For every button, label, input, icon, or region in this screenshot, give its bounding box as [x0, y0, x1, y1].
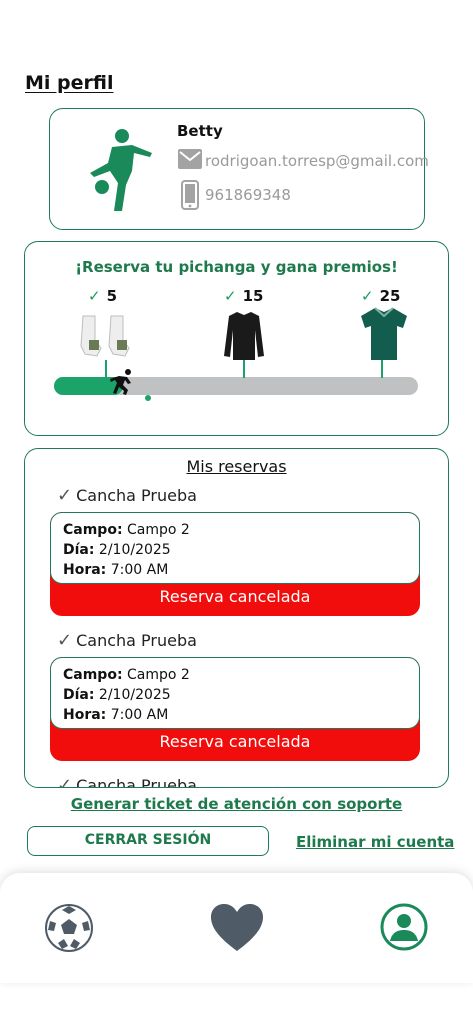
milestone-marker: [243, 360, 245, 378]
reservation-details: Campo: Campo 2 Día: 2/10/2025 Hora: 7:00…: [50, 657, 420, 729]
profile-icon[interactable]: [380, 903, 428, 951]
milestone-5: ✓ 5: [88, 287, 118, 305]
milestone-15: ✓ 15: [224, 287, 264, 305]
milestone-25: ✓ 25: [361, 287, 401, 305]
milestone-marker: [105, 360, 107, 378]
profile-card: Betty rodrigoan.torresp@gmail.com 961869…: [49, 108, 429, 230]
milestone-marker: [381, 360, 383, 378]
rewards-title: ¡Reserva tu pichanga y gana premios!: [75, 258, 398, 276]
phone-icon: [181, 180, 199, 210]
soccer-player-icon: [90, 129, 152, 211]
user-name: Betty: [177, 122, 223, 140]
socks-icon: [80, 315, 130, 357]
mail-icon: [178, 149, 202, 169]
check-icon: ✓: [57, 775, 73, 788]
check-icon: ✓: [361, 287, 374, 305]
jersey-icon: [361, 307, 407, 360]
reservations-title: Mis reservas: [186, 457, 287, 476]
user-phone: 961869348: [205, 186, 291, 204]
check-icon: ✓: [57, 630, 73, 651]
user-email: rodrigoan.torresp@gmail.com: [205, 152, 429, 170]
reservation-status: Reserva cancelada: [159, 732, 311, 751]
court-name: ✓ Cancha Prueba: [57, 485, 197, 506]
heart-icon[interactable]: [210, 903, 264, 953]
check-icon: ✓: [57, 485, 73, 506]
soccer-ball-icon[interactable]: [44, 903, 94, 953]
reservation-details: Campo: Campo 2 Día: 2/10/2025 Hora: 7:00…: [50, 512, 420, 584]
reservation-item[interactable]: Campo: Campo 2 Día: 2/10/2025 Hora: 7:00…: [50, 512, 420, 616]
support-ticket-link[interactable]: Generar ticket de atención con soporte: [0, 795, 473, 813]
court-name: ✓ Cancha Prueba: [57, 775, 197, 788]
reservation-item[interactable]: Campo: Campo 2 Día: 2/10/2025 Hora: 7:00…: [50, 657, 420, 761]
running-person-icon: [110, 369, 131, 395]
reservation-status: Reserva cancelada: [159, 587, 311, 606]
long-sleeve-shirt-icon: [224, 312, 264, 360]
check-icon: ✓: [88, 287, 101, 305]
delete-account-link[interactable]: Eliminar mi cuenta: [296, 833, 454, 851]
check-icon: ✓: [224, 287, 237, 305]
page-title: Mi perfil: [25, 72, 114, 94]
logout-button[interactable]: CERRAR SESIÓN: [27, 826, 269, 856]
bottom-nav: [0, 873, 473, 983]
rewards-card: ¡Reserva tu pichanga y gana premios! ✓ 5 …: [24, 241, 449, 436]
reservations-card[interactable]: Mis reservas ✓ Cancha Prueba Campo: Campo…: [24, 448, 449, 788]
progress-dot: [145, 395, 151, 401]
court-name: ✓ Cancha Prueba: [57, 630, 197, 651]
